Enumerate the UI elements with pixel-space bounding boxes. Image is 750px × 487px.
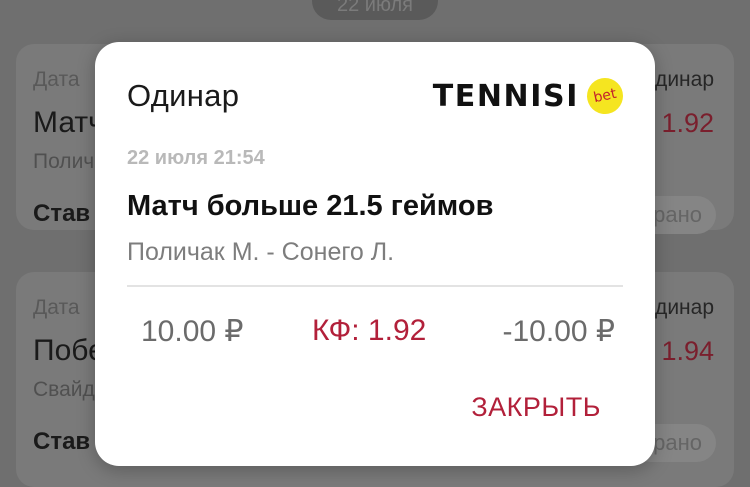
date-chip: 22 июля bbox=[312, 0, 438, 20]
result-amount: -10.00 ₽ bbox=[502, 315, 616, 348]
divider bbox=[127, 285, 623, 287]
bet-card-event: Свайд bbox=[33, 378, 95, 401]
bet-card-odds: 1.92 bbox=[661, 108, 714, 138]
dialog-title: Одинар bbox=[127, 78, 240, 113]
bet-card-stake: Став bbox=[33, 428, 91, 455]
bet-card-odds: 1.94 bbox=[661, 336, 714, 366]
bet-card-date-label: Дата bbox=[33, 68, 80, 91]
bet-card-title: Матч bbox=[33, 106, 104, 139]
bet-details-dialog: Одинар TENNISI bet 22 июля 21:54 Матч бо… bbox=[95, 42, 655, 466]
coefficient: КФ: 1.92 bbox=[312, 314, 427, 347]
bet-card-stake: Став bbox=[33, 200, 91, 227]
close-button[interactable]: ЗАКРЫТЬ bbox=[471, 392, 601, 423]
bet-card-date-label: Дата bbox=[33, 296, 80, 319]
tennisi-logo: TENNISI bet bbox=[432, 74, 627, 118]
bet-name: Матч больше 21.5 геймов bbox=[127, 190, 494, 222]
bet-event: Поличак М. - Сонего Л. bbox=[127, 238, 395, 266]
bet-card-title: Побе bbox=[33, 334, 105, 367]
bet-date: 22 июля 21:54 bbox=[127, 147, 265, 169]
bet-badge-icon: bet bbox=[583, 74, 627, 118]
bet-card-event: Полич bbox=[33, 150, 95, 173]
logo-wordmark: TENNISI bbox=[432, 78, 579, 114]
stake-amount: 10.00 ₽ bbox=[141, 315, 244, 348]
